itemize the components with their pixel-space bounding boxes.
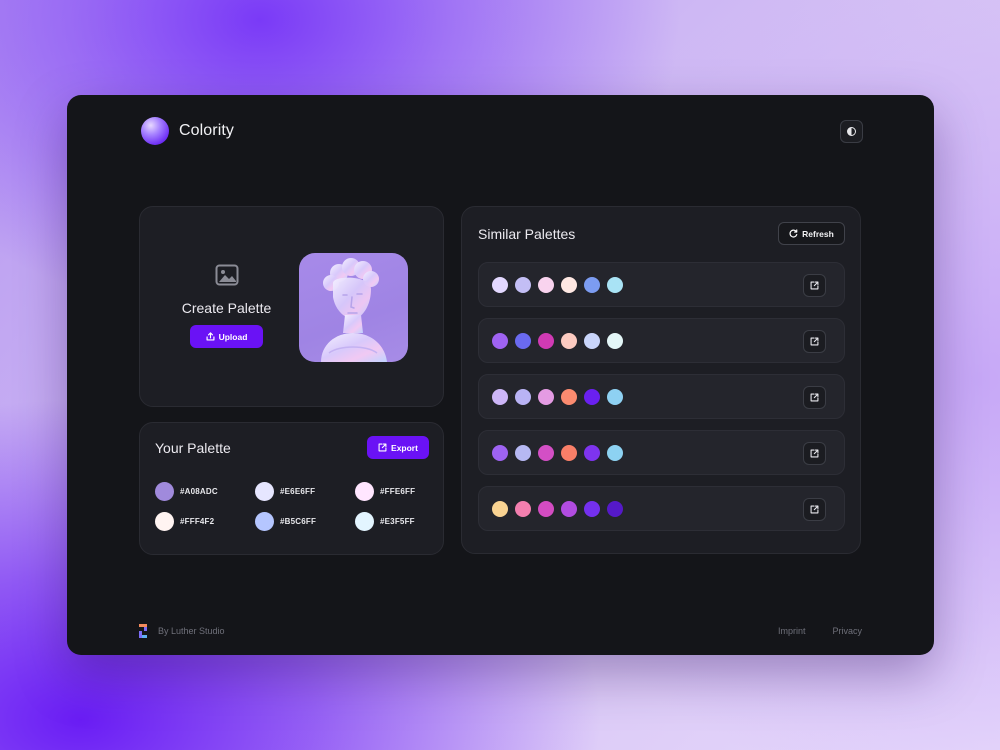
similar-palettes-card: Similar Palettes Refresh [461,206,861,554]
palette-color-dot [584,388,600,405]
your-palette-card: Your Palette Export #A08ADC #E6E6FF #FFE6F… [139,422,444,555]
palette-color-dot [492,500,508,517]
refresh-icon [789,229,798,238]
external-link-icon [810,281,819,290]
swatch-hex-label: #FFF4F2 [180,517,215,526]
palette-color-dot [492,388,508,405]
palette-color-dot [515,388,531,405]
theme-toggle-button[interactable] [840,120,863,143]
palette-color-dot [607,276,623,293]
refresh-button[interactable]: Refresh [778,222,845,245]
palette-color-dot [492,332,508,349]
palette-color-dot [538,332,554,349]
palette-swatch[interactable]: #E6E6FF [255,482,355,501]
swatch-hex-label: #E3F5FF [380,517,415,526]
palette-color-dot [584,332,600,349]
similar-palette-row[interactable] [478,318,845,363]
palette-color-dot [561,500,577,517]
swatch-color-dot [355,512,374,531]
palette-swatch[interactable]: #FFF4F2 [155,512,255,531]
luther-studio-logo-icon [139,624,147,638]
palette-color-dot [584,444,600,461]
palette-color-dot [538,500,554,517]
palette-color-dot [492,444,508,461]
swatch-hex-label: #A08ADC [180,487,218,496]
palette-color-dot [584,276,600,293]
similar-palette-row[interactable] [478,486,845,531]
similar-palette-row[interactable] [478,374,845,419]
create-palette-title: Create Palette [181,300,272,316]
palette-color-dot [607,500,623,517]
external-link-icon [810,449,819,458]
uploaded-image-preview[interactable] [299,253,408,362]
contrast-icon [847,127,856,136]
palette-color-dot [607,388,623,405]
brand-name: Colority [179,122,235,139]
imprint-link[interactable]: Imprint [778,626,806,636]
swatch-color-dot [155,512,174,531]
palette-swatch[interactable]: #A08ADC [155,482,255,501]
palette-swatch[interactable]: #E3F5FF [355,512,445,531]
palette-color-dot [538,388,554,405]
external-link-icon [810,505,819,514]
open-palette-button[interactable] [803,274,826,297]
create-palette-section: Create Palette Upload [140,264,313,348]
swatch-color-dot [155,482,174,501]
palette-color-dot [561,332,577,349]
export-label: Export [391,442,418,453]
palette-color-dot [492,276,508,293]
upload-label: Upload [218,331,248,342]
external-link-icon [810,393,819,402]
image-icon [215,264,238,286]
swatch-color-dot [355,482,374,501]
swatch-color-dot [255,482,274,501]
footer-links: Imprint Privacy [778,626,862,636]
swatch-hex-label: #B5C6FF [280,517,317,526]
open-palette-button[interactable] [803,498,826,521]
palette-color-dot [538,276,554,293]
create-palette-card: Create Palette Upload [139,206,444,407]
privacy-link[interactable]: Privacy [832,626,862,636]
footer-credit[interactable]: By Luther Studio [139,624,225,638]
app-window: Colority Create Palette Upload Your Pale… [67,95,934,655]
similar-palettes-title: Similar Palettes [478,226,576,242]
swatch-color-dot [255,512,274,531]
upload-button[interactable]: Upload [190,325,263,348]
open-palette-button[interactable] [803,330,826,353]
open-palette-button[interactable] [803,442,826,465]
palette-color-dot [561,276,577,293]
palette-color-dot [515,444,531,461]
similar-palette-row[interactable] [478,430,845,475]
palette-swatch[interactable]: #B5C6FF [255,512,355,531]
palette-color-dot [607,332,623,349]
palette-color-dot [515,276,531,293]
statue-bust-image [321,258,387,362]
swatch-hex-label: #FFE6FF [380,487,416,496]
palette-color-dot [515,500,531,517]
upload-icon [206,332,215,341]
palette-color-dot [538,444,554,461]
palette-color-dot [561,388,577,405]
your-palette-title: Your Palette [155,440,231,456]
external-link-icon [378,443,387,452]
swatch-hex-label: #E6E6FF [280,487,316,496]
refresh-label: Refresh [802,228,834,239]
palette-color-dot [561,444,577,461]
palette-swatches: #A08ADC #E6E6FF #FFE6FF #FFF4F2 #B5C6FF #E3F5… [155,482,445,531]
footer-credit-text: By Luther Studio [158,626,225,636]
palette-swatch[interactable]: #FFE6FF [355,482,445,501]
palette-color-dot [515,332,531,349]
palette-color-dot [607,444,623,461]
export-button[interactable]: Export [367,436,429,459]
similar-palette-row[interactable] [478,262,845,307]
similar-palettes-list [478,262,845,542]
external-link-icon [810,337,819,346]
open-palette-button[interactable] [803,386,826,409]
palette-color-dot [584,500,600,517]
colority-logo-icon [141,117,169,145]
brand-logo[interactable]: Colority [141,117,234,145]
